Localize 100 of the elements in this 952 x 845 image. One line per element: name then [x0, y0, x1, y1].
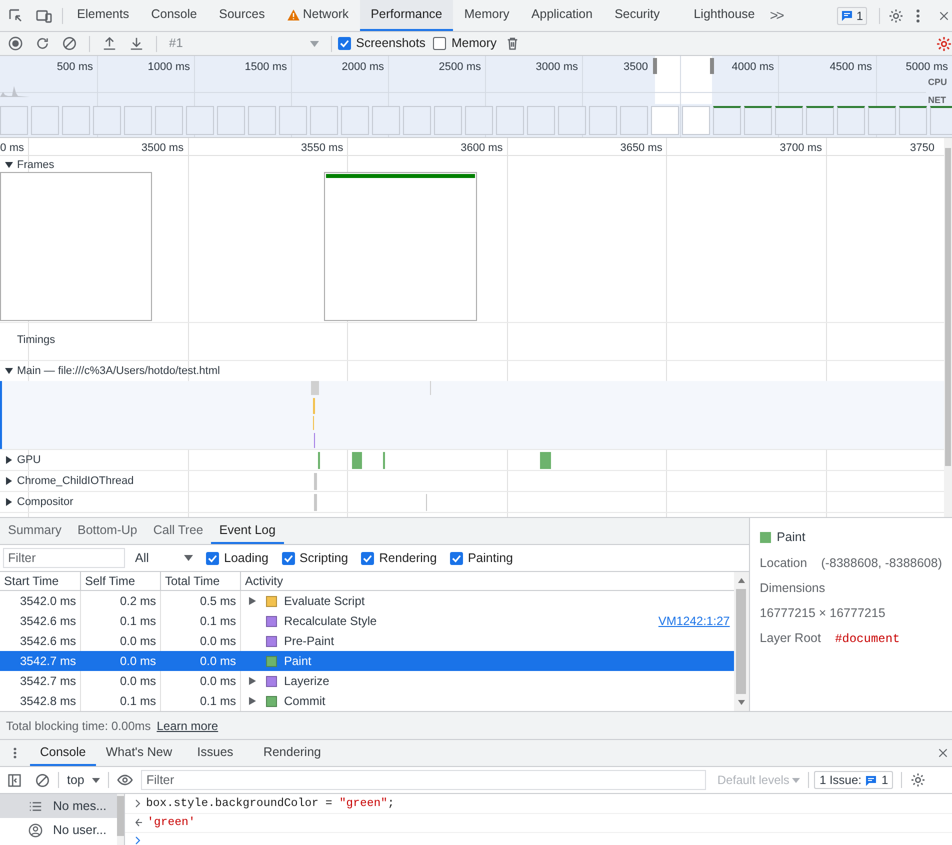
- field-value: #document: [834, 630, 900, 648]
- screenshot-thumbnail: [341, 106, 369, 135]
- expand-arrow-icon[interactable]: [249, 597, 256, 605]
- drawer-tab[interactable]: What's New: [96, 740, 182, 766]
- table-cell: 3542.8 ms: [0, 691, 81, 711]
- issues-button[interactable]: 1 Issue: 1: [814, 771, 894, 789]
- tick-label: 4000 ms: [732, 60, 774, 75]
- upload-icon[interactable]: [102, 36, 117, 51]
- details-tab[interactable]: Call Tree: [145, 518, 212, 544]
- close-icon[interactable]: [938, 10, 950, 22]
- track-label: Frames: [17, 158, 54, 173]
- scroll-up-icon[interactable]: [738, 578, 745, 583]
- selection-handle[interactable]: [710, 58, 714, 74]
- collapse-arrow-icon[interactable]: [5, 477, 13, 485]
- inspect-icon[interactable]: [8, 8, 24, 24]
- device-toolbar-icon[interactable]: [36, 8, 52, 24]
- scrollbar[interactable]: [117, 794, 124, 845]
- details-tab[interactable]: Bottom-Up: [69, 518, 146, 544]
- more-options-icon[interactable]: [916, 8, 920, 22]
- sidebar-item[interactable]: No mes...: [0, 794, 117, 818]
- expand-arrow-icon[interactable]: [5, 367, 13, 375]
- more-tabs-button[interactable]: >>: [766, 5, 786, 26]
- details-tab[interactable]: Summary: [0, 518, 70, 544]
- drawer-tab[interactable]: Issues: [182, 740, 248, 766]
- source-link[interactable]: VM1242:1:27: [658, 612, 730, 630]
- field-label: Dimensions: [760, 580, 826, 598]
- filter-field[interactable]: Filter: [3, 548, 125, 568]
- screenshot-thumbnail: [899, 106, 927, 135]
- column-header[interactable]: Self Time: [81, 572, 161, 590]
- checkbox[interactable]: [433, 37, 446, 50]
- console-prompt-icon[interactable]: [135, 836, 141, 845]
- settings-icon[interactable]: [936, 36, 952, 52]
- scroll-down-icon[interactable]: [738, 700, 745, 705]
- drawer-tab[interactable]: Rendering: [248, 740, 336, 766]
- column-header[interactable]: Start Time: [0, 572, 81, 590]
- scrollbar[interactable]: [734, 572, 749, 711]
- context-dropdown[interactable]: top: [67, 770, 100, 790]
- eye-icon[interactable]: [117, 772, 134, 788]
- reload-icon[interactable]: [35, 36, 50, 51]
- checkbox[interactable]: [206, 552, 219, 564]
- checkbox-label: Scripting: [300, 550, 348, 567]
- input-prompt-icon: [135, 798, 141, 808]
- table-row[interactable]: 3542.8 ms 0.1 ms 0.1 ms Commit: [0, 691, 734, 711]
- download-icon[interactable]: [129, 36, 144, 51]
- panel-tab[interactable]: Console: [140, 0, 208, 31]
- screenshot-thumbnail: [93, 106, 121, 135]
- panel-tab[interactable]: Security: [604, 0, 671, 31]
- scrollbar[interactable]: [944, 138, 952, 517]
- more-options-icon[interactable]: [13, 747, 17, 759]
- expand-arrow-icon[interactable]: [249, 677, 256, 685]
- record-icon[interactable]: [8, 36, 23, 51]
- expand-arrow-icon[interactable]: [249, 697, 256, 705]
- checkbox[interactable]: [361, 552, 374, 564]
- panel-tab[interactable]: Performance: [360, 0, 454, 31]
- table-cell: 0.1 ms: [81, 691, 161, 711]
- drawer-tab[interactable]: Console: [30, 740, 96, 766]
- settings-icon[interactable]: [910, 772, 926, 788]
- selection-range[interactable]: [655, 56, 712, 104]
- panel-tab[interactable]: Network: [276, 0, 360, 31]
- ruler-label: 3600 ms: [460, 141, 503, 156]
- expand-arrow-icon[interactable]: [5, 161, 13, 169]
- category-dropdown[interactable]: All: [135, 548, 193, 568]
- console-command-text: box.style.backgroundColor = "green";: [146, 796, 394, 812]
- checkbox[interactable]: [338, 37, 351, 50]
- console-filter-field[interactable]: Filter: [141, 770, 706, 790]
- panel-tab[interactable]: Memory: [453, 0, 520, 31]
- panel-tab[interactable]: Application: [520, 0, 604, 31]
- field-value: (-8388608, -8388608): [821, 555, 942, 572]
- column-header[interactable]: Activity: [241, 572, 734, 590]
- table-row[interactable]: 3542.6 ms 0.1 ms 0.1 ms Recalculate Style VM1242:1:27: [0, 611, 734, 631]
- details-tab[interactable]: Event Log: [211, 518, 284, 544]
- checkbox[interactable]: [450, 552, 463, 564]
- panel-tab[interactable]: Sources: [208, 0, 276, 31]
- sidebar-item[interactable]: No user...: [0, 818, 117, 842]
- table-row[interactable]: 3542.0 ms 0.2 ms 0.5 ms Evaluate Script: [0, 591, 734, 611]
- table-cell: 3542.7 ms: [0, 651, 81, 671]
- collapse-arrow-icon[interactable]: [5, 456, 13, 464]
- sidebar-toggle-icon[interactable]: [7, 772, 22, 788]
- tick-label: 5000 ms: [906, 60, 948, 75]
- selection-handle[interactable]: [653, 58, 657, 74]
- column-header[interactable]: Total Time: [161, 572, 241, 590]
- settings-icon[interactable]: [888, 8, 904, 24]
- screenshot-thumbnail: [31, 106, 59, 135]
- clear-icon[interactable]: [62, 36, 77, 51]
- checkbox-label: Rendering: [379, 550, 437, 567]
- table-row[interactable]: 3542.7 ms 0.0 ms 0.0 ms Layerize: [0, 671, 734, 691]
- issues-badge[interactable]: 1: [837, 6, 867, 24]
- timeline-overview[interactable]: 500 ms 1000 ms 1500 ms 2000 ms 2500 ms 3000 ms 3500 4000 ms 4500 ms 5000 ms CPU NET: [0, 56, 952, 138]
- track-label: Timings: [17, 332, 56, 348]
- panel-tab[interactable]: Elements: [66, 0, 140, 31]
- clear-icon[interactable]: [35, 772, 50, 788]
- collapse-arrow-icon[interactable]: [5, 498, 13, 506]
- learn-more-link[interactable]: Learn more: [156, 716, 218, 734]
- table-row[interactable]: 3542.7 ms 0.0 ms 0.0 ms Paint: [0, 651, 734, 671]
- checkbox[interactable]: [282, 552, 294, 564]
- blocking-time-text: Total blocking time: 0.00ms: [6, 718, 151, 734]
- close-icon[interactable]: [937, 747, 949, 759]
- panel-tab[interactable]: Lighthouse: [682, 0, 766, 31]
- screenshot-thumbnail: [310, 106, 338, 135]
- tick-label: 2500 ms: [438, 60, 481, 75]
